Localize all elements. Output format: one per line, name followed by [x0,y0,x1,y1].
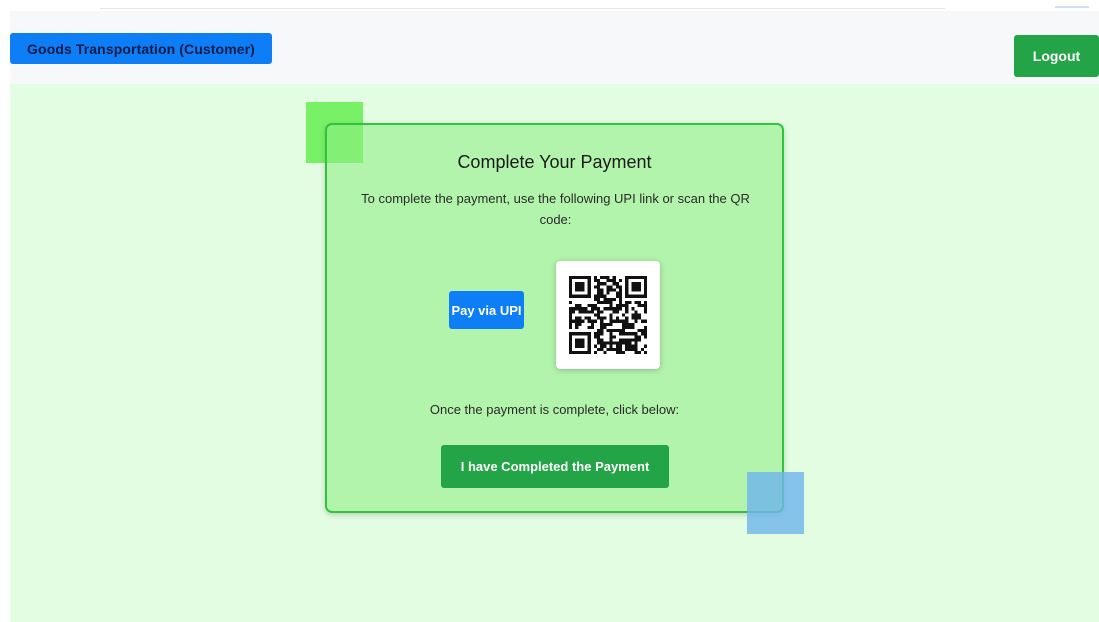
logout-button[interactable]: Logout [1014,35,1099,77]
top-strip-accent [1055,0,1089,8]
qr-code-icon [569,276,647,354]
navbar: Goods Transportation (Customer) Logout [10,11,1099,84]
brand-button[interactable]: Goods Transportation (Customer) [10,33,272,64]
payment-card: Complete Your Payment To complete the pa… [325,123,784,513]
decorative-square-blue [747,472,804,534]
payment-description: To complete the payment, use the followi… [361,191,750,227]
page: Goods Transportation (Customer) Logout C… [0,0,1099,622]
top-divider [100,0,945,9]
payment-title: Complete Your Payment [457,152,652,172]
payment-completed-button[interactable]: I have Completed the Payment [441,445,669,488]
pay-via-upi-button[interactable]: Pay via UPI [449,291,524,329]
qr-code-frame [556,261,660,369]
completion-note: Once the payment is complete, click belo… [429,402,680,417]
